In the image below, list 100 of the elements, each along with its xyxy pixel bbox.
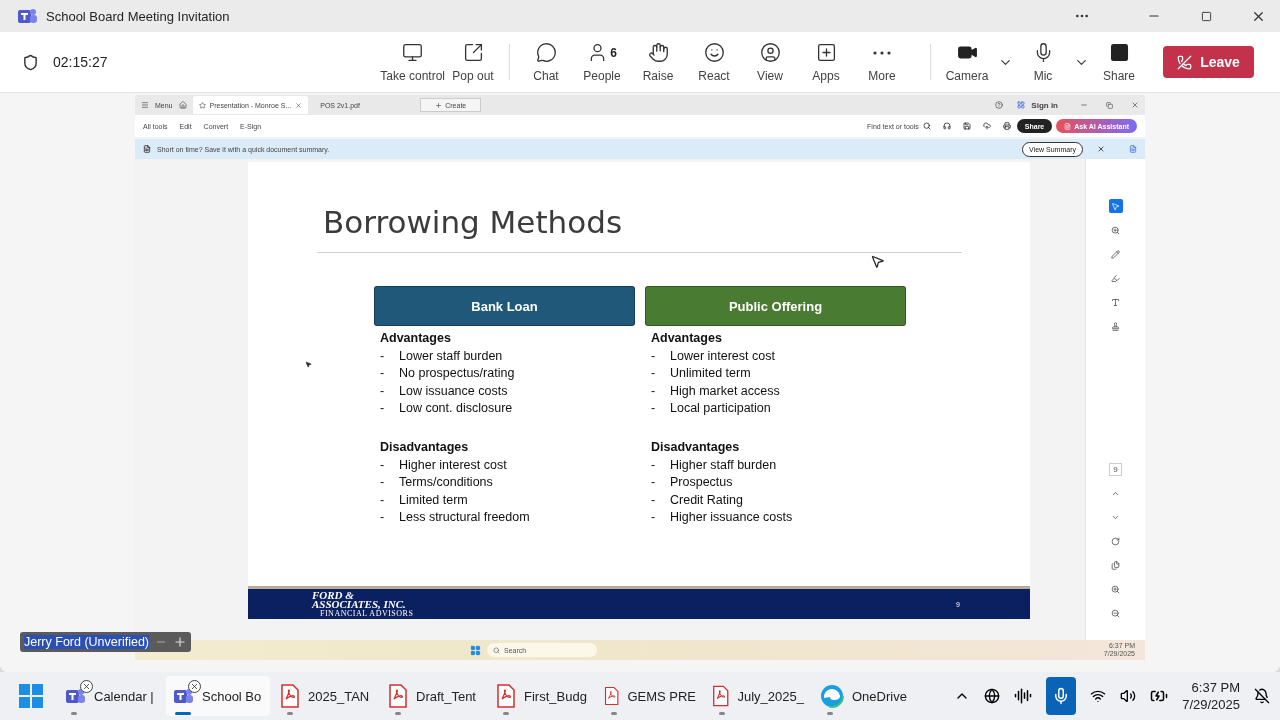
rotate-button[interactable] [1108,534,1123,548]
toolbar-button[interactable]: Apps [798,36,854,88]
search-icon [493,646,500,654]
zoom-out-icon [1111,608,1120,618]
pdf-file-icon [280,684,300,708]
pencil-button[interactable] [1108,247,1123,261]
list-item: Prospectus [670,474,733,492]
taskbar-app[interactable]: 2025_TAN [274,676,378,716]
pdf-file-icon [388,684,408,708]
list-item: Local participation [670,400,771,418]
toolbar-button[interactable]: Take control [380,36,445,88]
plus-icon [173,635,188,649]
text-icon [1111,297,1120,307]
close-icon [82,682,91,691]
taskbar-app[interactable]: Draft_Tent [382,676,486,716]
pointer-icon [870,254,885,269]
clock-time: 6:37 PM [1191,679,1240,696]
pages-button[interactable] [1108,558,1123,572]
leave-button[interactable]: Leave [1163,46,1254,78]
sign-in-link[interactable]: Sign in [1031,100,1058,110]
toolbar-button[interactable]: Share [1091,36,1147,88]
toolbar-button[interactable]: Camera [939,36,995,88]
list-dash: - [651,347,657,365]
toolbar-button[interactable]: More [854,36,910,88]
taskbar-app[interactable]: GEMS PRE [598,676,702,716]
close-icon [295,101,303,109]
wifi-icon[interactable] [1090,688,1107,704]
taskbar-app[interactable]: OneDrive [814,676,918,716]
restore-icon [1106,101,1113,109]
meeting-timer: 02:15:27 [53,54,109,70]
pdf-file-icon [604,684,620,708]
clock-date: 7/29/2025 [1182,696,1240,713]
list-dash: - [651,491,657,509]
notification-icon[interactable] [1254,688,1270,704]
toolbar-button[interactable]: React [686,36,742,88]
toolbar-button[interactable]: View [742,36,798,88]
rotate-icon [1111,536,1120,546]
list-item: No prospectus/rating [399,365,515,383]
list-dash: - [651,456,657,474]
pencil-icon [1111,249,1120,259]
menu-icon [141,101,149,109]
list-dash: - [380,491,386,509]
taskbar-app[interactable]: Calendar | [58,676,162,716]
list-item: Less structural freedom [399,509,530,527]
globe-icon[interactable] [984,688,1001,704]
pointer-button[interactable] [1108,199,1123,213]
toolbar-button[interactable]: Raise [630,36,686,88]
pages-icon [1111,560,1120,570]
toolbar-button[interactable]: Pop out [445,36,501,88]
list-item: Higher issuance costs [670,509,793,527]
home-icon [178,101,187,109]
shield-icon [22,53,39,71]
list-item: Lower interest cost [670,347,775,365]
close-icon [1131,101,1139,109]
toolbar-button[interactable]: 6 People [574,36,630,88]
section-heading: Disadvantages [651,438,741,456]
microphone-icon[interactable] [1046,677,1077,715]
toolbar-button[interactable]: Mic [1015,36,1071,88]
volume-icon[interactable] [1120,688,1137,704]
list-dash: - [380,509,386,527]
start-icon[interactable] [18,683,44,709]
apps-grid-icon [1017,101,1026,109]
list-item: Higher staff burden [670,456,777,474]
taskbar-app[interactable]: July_2025_ [706,676,810,716]
list-dash: - [380,382,386,400]
toolbar-button[interactable]: Chat [518,36,574,88]
maximize-icon [1200,10,1212,22]
star-icon [198,101,206,109]
zoom-icon [1111,225,1120,235]
list-dash: - [651,474,657,492]
smile-icon [703,42,725,63]
list-dash: - [651,509,657,527]
pop-out-icon [462,42,484,63]
list-item: Low issuance costs [399,382,508,400]
taskbar-app[interactable]: School Bo [166,676,270,716]
pointer-icon [1111,201,1120,211]
list-dash: - [380,474,386,492]
note-icon [1129,145,1137,153]
section-heading: Advantages [651,330,723,347]
list-dash: - [380,365,386,383]
logo-subtitle: FINANCIAL ADVISORS [320,608,414,618]
audio-icon[interactable] [1014,687,1033,705]
section-heading: Disadvantages [380,438,470,456]
start-icon [470,644,481,656]
chat-icon [535,42,557,63]
section-heading: Advantages [380,330,452,347]
list-item: Unlimited term [670,365,751,383]
list-dash: - [651,400,657,418]
close-icon [190,682,199,691]
sparkle-document-icon [1064,122,1072,130]
share-icon [1108,42,1130,63]
window-title: School Board Meeting Invitation [46,8,231,24]
monitor-pointer-icon [402,42,424,63]
page-indicator: 9 [1109,463,1122,476]
presenter-name: Jerry Ford (Unverified) [24,635,150,649]
taskbar-app[interactable]: First_Budg [490,676,594,716]
search-icon [922,122,931,130]
column-header: Bank Loan [374,286,635,326]
plus-square-icon [815,42,837,63]
logo-text: FORD & [312,590,355,600]
